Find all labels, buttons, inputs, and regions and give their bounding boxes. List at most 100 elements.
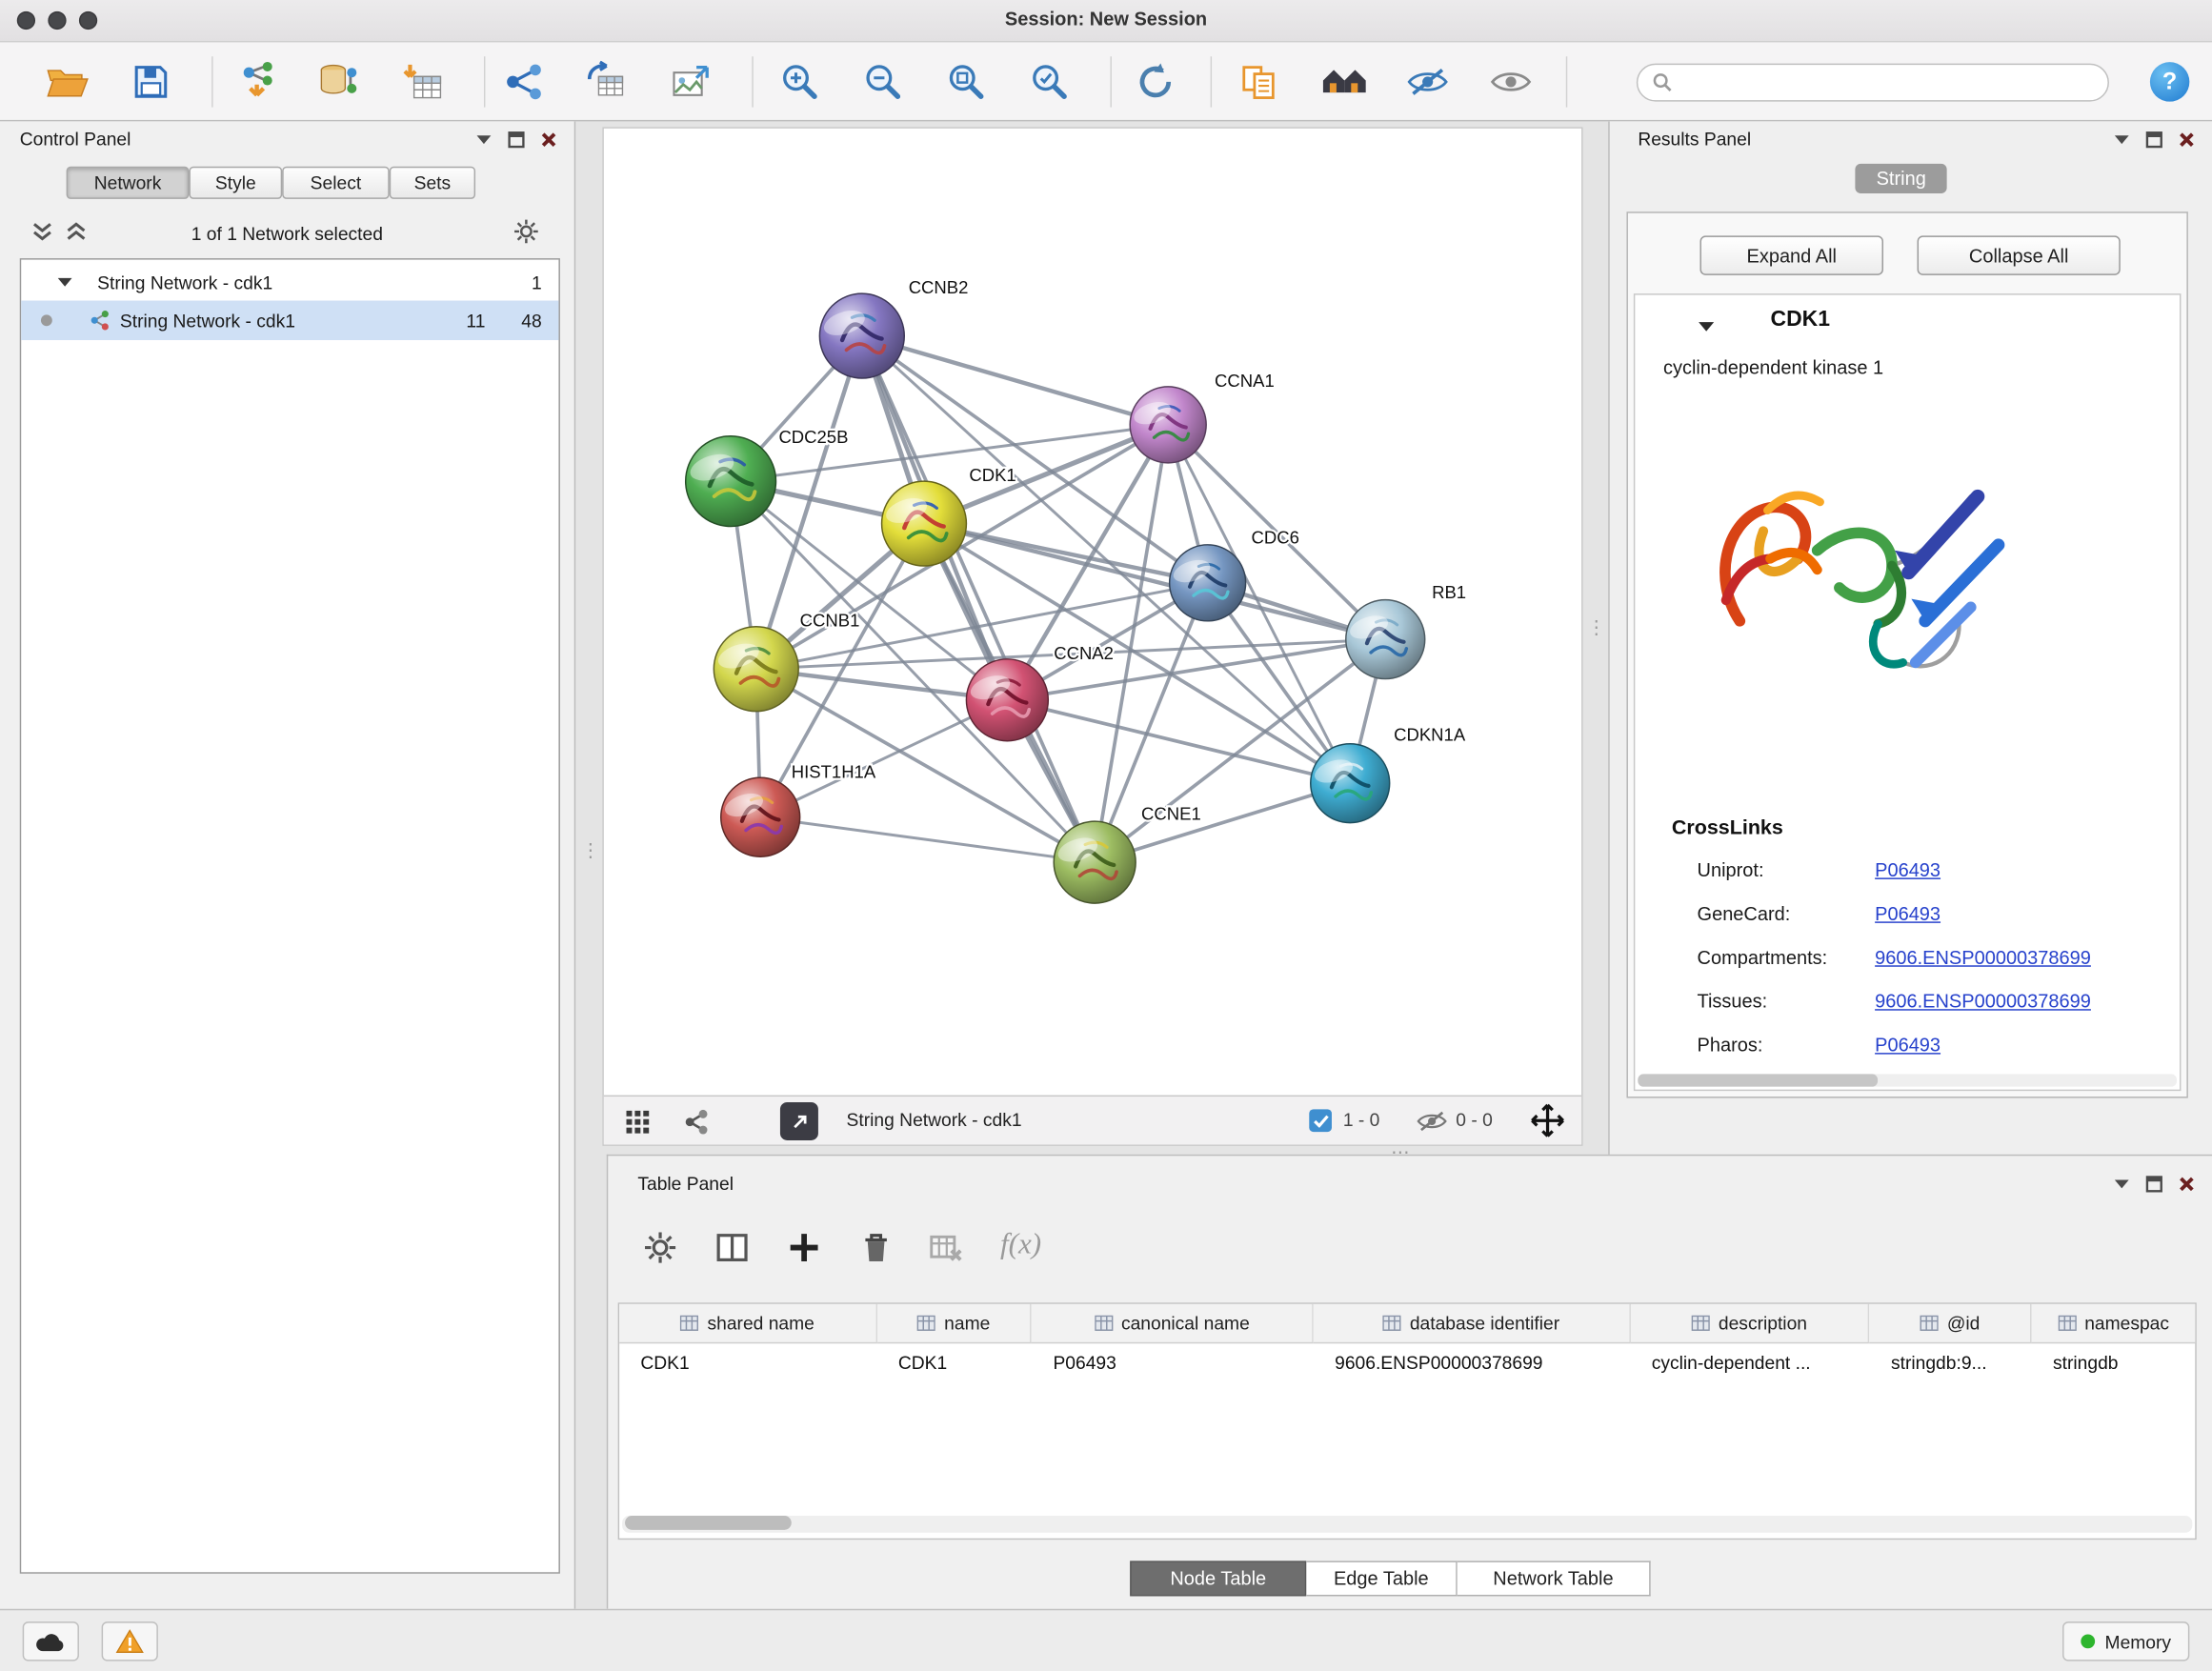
network-edge-CCNB2-CCNA1[interactable] bbox=[862, 336, 1168, 425]
scrollbar-thumb[interactable] bbox=[625, 1516, 792, 1530]
network-overview-icon[interactable] bbox=[683, 1108, 712, 1137]
crosslink-compartments-link[interactable]: 9606.ENSP00000378699 bbox=[1875, 947, 2091, 968]
add-column-icon[interactable] bbox=[786, 1229, 823, 1266]
table-cell[interactable]: stringdb bbox=[2032, 1343, 2195, 1380]
search-input[interactable] bbox=[1683, 72, 2094, 93]
open-session-button[interactable] bbox=[35, 52, 97, 111]
import-network-database-button[interactable] bbox=[308, 52, 370, 111]
panel-close-icon[interactable] bbox=[2179, 131, 2196, 149]
show-columns-icon[interactable] bbox=[714, 1229, 751, 1266]
panel-collapse-icon[interactable] bbox=[2113, 1178, 2130, 1190]
import-network-file-button[interactable] bbox=[227, 52, 289, 111]
search-field[interactable] bbox=[1637, 64, 2109, 102]
network-edge-CCNB2-CCNE1[interactable] bbox=[862, 336, 1095, 863]
network-node-CCNE1[interactable] bbox=[1054, 821, 1136, 903]
table-cell[interactable]: cyclin-dependent ... bbox=[1630, 1343, 1869, 1380]
tab-string[interactable]: String bbox=[1855, 164, 1947, 193]
table-settings-gear-icon[interactable] bbox=[642, 1229, 679, 1266]
panel-close-icon[interactable] bbox=[540, 131, 557, 149]
splitter-grip[interactable]: ⋮ bbox=[581, 844, 599, 858]
selected-checkbox-icon[interactable] bbox=[1309, 1109, 1332, 1132]
column-header[interactable]: namespac bbox=[2032, 1304, 2195, 1343]
import-table-button[interactable] bbox=[393, 52, 455, 111]
section-collapse-icon[interactable] bbox=[1698, 320, 1716, 332]
network-collection-row[interactable]: String Network - cdk1 1 bbox=[21, 264, 558, 301]
splitter-grip[interactable]: ⋮ bbox=[1587, 621, 1605, 635]
tab-sets[interactable]: Sets bbox=[390, 167, 475, 199]
tab-style[interactable]: Style bbox=[189, 167, 282, 199]
column-header[interactable]: shared name bbox=[619, 1304, 877, 1343]
table-cell[interactable]: 9606.ENSP00000378699 bbox=[1314, 1343, 1631, 1380]
zoom-out-button[interactable] bbox=[852, 52, 914, 111]
column-header[interactable]: description bbox=[1630, 1304, 1869, 1343]
warnings-button[interactable] bbox=[102, 1621, 158, 1661]
panel-close-icon[interactable] bbox=[2179, 1176, 2196, 1193]
network-canvas[interactable]: CCNB2CCNA1CDC25BCDK1CDC6RB1CCNB1CCNA2CDK… bbox=[604, 129, 1581, 1094]
network-from-table-button[interactable] bbox=[575, 52, 637, 111]
tab-network[interactable]: Network bbox=[67, 167, 190, 199]
network-node-CDC6[interactable] bbox=[1170, 545, 1246, 621]
expand-all-button[interactable]: Expand All bbox=[1699, 235, 1883, 274]
clone-network-button[interactable] bbox=[1229, 52, 1291, 111]
hidden-eye-slash-icon[interactable] bbox=[1417, 1109, 1448, 1133]
delete-column-trash-icon[interactable] bbox=[857, 1229, 895, 1266]
memory-button[interactable]: Memory bbox=[2062, 1621, 2189, 1661]
network-node-HIST1H1A[interactable] bbox=[721, 777, 800, 856]
column-header[interactable]: database identifier bbox=[1314, 1304, 1631, 1343]
zoom-selected-button[interactable] bbox=[1018, 52, 1080, 111]
gear-icon[interactable] bbox=[513, 217, 541, 246]
panel-collapse-icon[interactable] bbox=[475, 134, 493, 146]
network-node-CCNA2[interactable] bbox=[966, 659, 1048, 741]
panel-float-icon[interactable] bbox=[2145, 131, 2162, 149]
new-network-button[interactable] bbox=[493, 52, 555, 111]
column-header[interactable]: name bbox=[877, 1304, 1033, 1343]
zoom-in-button[interactable] bbox=[769, 52, 831, 111]
network-node-RB1[interactable] bbox=[1346, 600, 1425, 679]
scrollbar-thumb[interactable] bbox=[1638, 1074, 1878, 1086]
hide-selected-button[interactable] bbox=[1397, 52, 1458, 111]
collapse-all-button[interactable]: Collapse All bbox=[1918, 235, 2121, 274]
results-horizontal-scrollbar[interactable] bbox=[1638, 1074, 2177, 1086]
function-builder-button[interactable]: f(x) bbox=[1000, 1226, 1041, 1261]
table-cell[interactable]: P06493 bbox=[1032, 1343, 1314, 1380]
tab-node-table[interactable]: Node Table bbox=[1130, 1560, 1306, 1596]
network-node-CCNB2[interactable] bbox=[819, 293, 904, 378]
crosslink-uniprot-link[interactable]: P06493 bbox=[1875, 859, 1941, 880]
network-node-CDKN1A[interactable] bbox=[1311, 744, 1390, 823]
table-row[interactable]: CDK1 CDK1 P06493 9606.ENSP00000378699 cy… bbox=[619, 1343, 2195, 1380]
table-cell[interactable]: CDK1 bbox=[877, 1343, 1033, 1380]
table-cell[interactable]: CDK1 bbox=[619, 1343, 877, 1380]
zoom-fit-button[interactable] bbox=[935, 52, 997, 111]
pan-crosshair-icon[interactable] bbox=[1529, 1102, 1566, 1139]
crosslink-pharos-link[interactable]: P06493 bbox=[1875, 1035, 1941, 1056]
network-edge-HIST1H1A-CCNE1[interactable] bbox=[760, 817, 1095, 862]
grid-view-icon[interactable] bbox=[624, 1108, 653, 1137]
network-edge-CDK1-RB1[interactable] bbox=[924, 524, 1385, 639]
tab-edge-table[interactable]: Edge Table bbox=[1306, 1560, 1457, 1596]
table-cell[interactable]: stringdb:9... bbox=[1870, 1343, 2032, 1380]
tree-expand-icon[interactable] bbox=[58, 276, 72, 288]
column-header[interactable]: @id bbox=[1870, 1304, 2032, 1343]
network-node-CDK1[interactable] bbox=[882, 481, 967, 566]
network-row-selected[interactable]: String Network - cdk1 11 48 bbox=[21, 301, 558, 340]
panel-collapse-icon[interactable] bbox=[2113, 134, 2130, 146]
table-horizontal-scrollbar[interactable] bbox=[622, 1516, 2192, 1533]
panel-float-icon[interactable] bbox=[508, 131, 525, 149]
column-header[interactable]: canonical name bbox=[1032, 1304, 1314, 1343]
show-all-button[interactable] bbox=[1479, 52, 1541, 111]
network-node-CDC25B[interactable] bbox=[686, 436, 776, 527]
export-image-button[interactable] bbox=[659, 52, 721, 111]
save-session-button[interactable] bbox=[120, 52, 182, 111]
tab-network-table[interactable]: Network Table bbox=[1458, 1560, 1651, 1596]
panel-float-icon[interactable] bbox=[2145, 1176, 2162, 1193]
tab-select[interactable]: Select bbox=[282, 167, 390, 199]
network-node-CCNA1[interactable] bbox=[1130, 387, 1206, 463]
network-edge-CCNA1-CCNB1[interactable] bbox=[756, 425, 1168, 669]
refresh-button[interactable] bbox=[1124, 52, 1186, 111]
help-button[interactable]: ? bbox=[2150, 62, 2189, 101]
export-view-button[interactable] bbox=[780, 1102, 818, 1140]
crosslink-tissues-link[interactable]: 9606.ENSP00000378699 bbox=[1875, 991, 2091, 1012]
network-node-CCNB1[interactable] bbox=[714, 627, 798, 712]
cloud-button[interactable] bbox=[23, 1621, 79, 1661]
home-networks-button[interactable] bbox=[1314, 52, 1376, 111]
